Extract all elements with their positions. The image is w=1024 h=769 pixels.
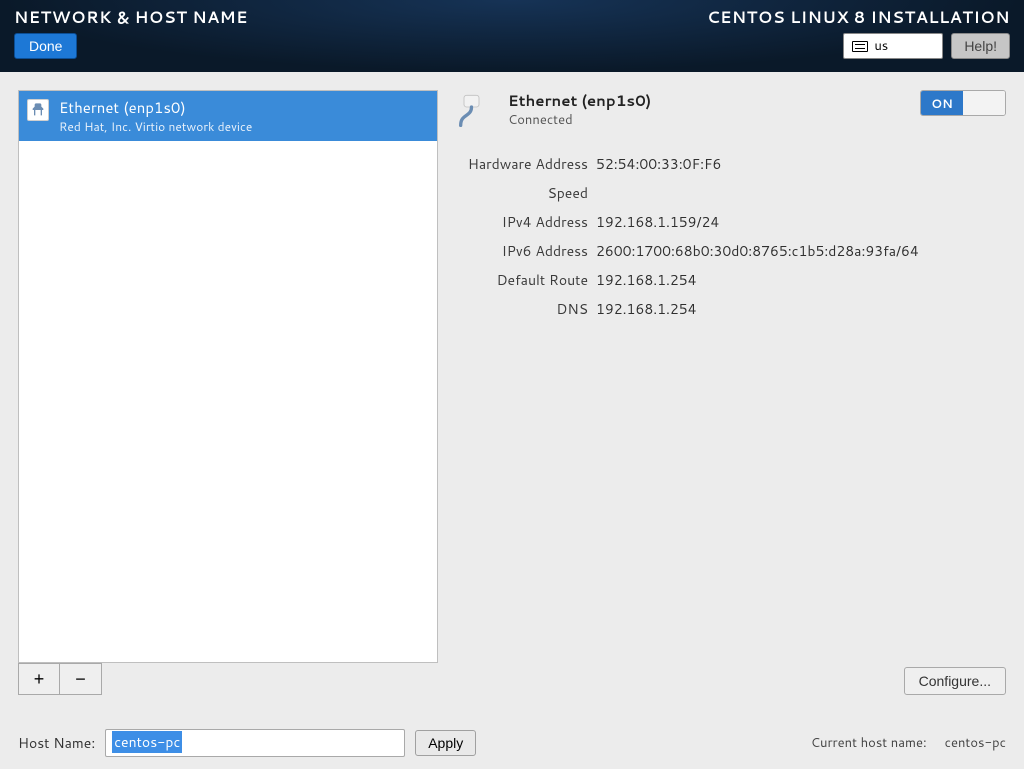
keyboard-icon — [852, 41, 868, 52]
keyboard-layout-button[interactable]: us — [843, 33, 943, 59]
page-title: NETWORK & HOST NAME — [14, 6, 248, 29]
prop-speed: Speed — [458, 183, 1006, 203]
hostname-input-value: centos-pc — [112, 731, 182, 753]
prop-label: Hardware Address — [458, 154, 588, 174]
hostname-input[interactable]: centos-pc — [105, 729, 405, 757]
product-title: CENTOS LINUX 8 INSTALLATION — [707, 6, 1010, 29]
keyboard-layout-label: us — [874, 37, 888, 55]
current-hostname-label: Current host name: — [811, 734, 927, 752]
help-button[interactable]: Help! — [951, 33, 1010, 59]
apply-hostname-button[interactable]: Apply — [415, 730, 476, 756]
prop-label: IPv6 Address — [458, 241, 588, 261]
prop-value: 192.168.1.159/24 — [596, 212, 1006, 232]
prop-label: DNS — [458, 299, 588, 319]
prop-value: 192.168.1.254 — [596, 270, 1006, 290]
prop-value: 192.168.1.254 — [596, 299, 1006, 319]
prop-value: 2600:1700:68b0:30d0:8765:c1b5:d28a:93fa/… — [596, 241, 1006, 261]
ethernet-icon — [27, 99, 49, 121]
device-subtitle: Red Hat, Inc. Virtio network device — [59, 118, 252, 135]
device-status: Connected — [508, 111, 651, 129]
prop-ipv6: IPv6 Address 2600:1700:68b0:30d0:8765:c1… — [458, 241, 1006, 261]
device-properties: Hardware Address 52:54:00:33:0F:F6 Speed… — [458, 154, 1006, 328]
device-list-panel: Ethernet (enp1s0) Red Hat, Inc. Virtio n… — [18, 90, 438, 695]
prop-default-route: Default Route 192.168.1.254 — [458, 270, 1006, 290]
configure-button[interactable]: Configure... — [904, 667, 1006, 695]
prop-value — [596, 183, 1006, 203]
prop-hardware-address: Hardware Address 52:54:00:33:0F:F6 — [458, 154, 1006, 174]
prop-label: Speed — [458, 183, 588, 203]
device-title-large: Ethernet (enp1s0) — [508, 90, 651, 111]
remove-device-button[interactable]: − — [60, 663, 102, 695]
add-device-button[interactable]: + — [18, 663, 60, 695]
toggle-on-label: ON — [921, 91, 963, 115]
device-details-panel: Ethernet (enp1s0) Connected ON Hardware … — [452, 90, 1006, 695]
current-hostname-value: centos-pc — [945, 734, 1006, 752]
device-list-item[interactable]: Ethernet (enp1s0) Red Hat, Inc. Virtio n… — [19, 91, 437, 141]
prop-label: IPv4 Address — [458, 212, 588, 232]
installer-header: NETWORK & HOST NAME Done CENTOS LINUX 8 … — [0, 0, 1024, 72]
hostname-label: Host Name: — [18, 733, 95, 753]
prop-ipv4: IPv4 Address 192.168.1.159/24 — [458, 212, 1006, 232]
done-button[interactable]: Done — [14, 33, 77, 59]
device-title: Ethernet (enp1s0) — [59, 97, 252, 118]
prop-value: 52:54:00:33:0F:F6 — [596, 154, 1006, 174]
prop-label: Default Route — [458, 270, 588, 290]
device-list[interactable]: Ethernet (enp1s0) Red Hat, Inc. Virtio n… — [18, 90, 438, 663]
hostname-row: Host Name: centos-pc Apply Current host … — [18, 709, 1006, 757]
ethernet-large-icon — [452, 90, 496, 134]
connection-toggle[interactable]: ON — [920, 90, 1006, 116]
toggle-off-side — [963, 91, 1005, 115]
prop-dns: DNS 192.168.1.254 — [458, 299, 1006, 319]
